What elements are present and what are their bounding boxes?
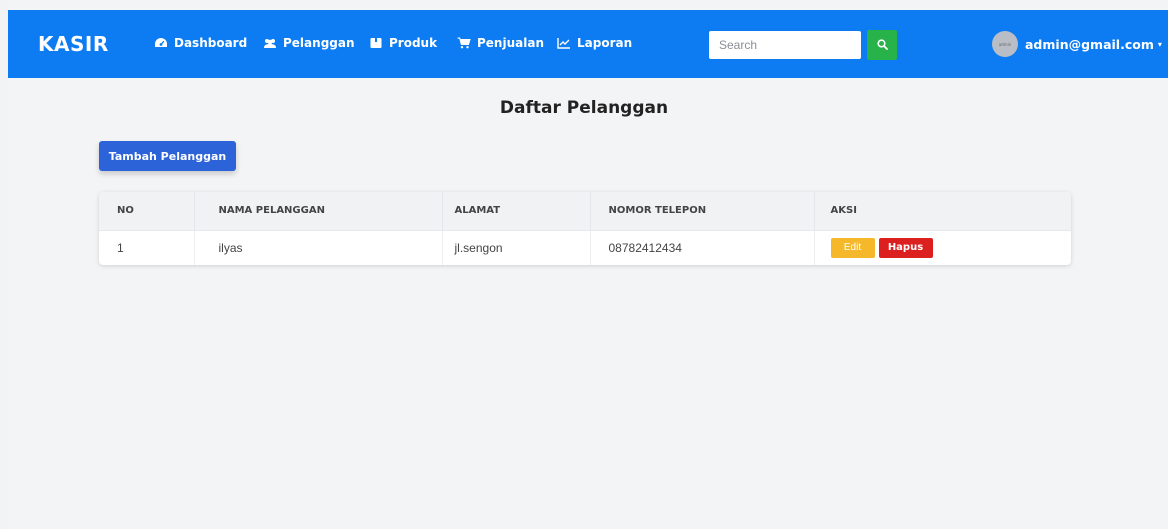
nav-label-pelanggan: Pelanggan xyxy=(283,36,355,50)
search-button[interactable] xyxy=(867,30,897,60)
customer-table: NO NAMA PELANGGAN ALAMAT NOMOR TELEPON A… xyxy=(99,192,1071,265)
table-row: 1 ilyas jl.sengon 08782412434 Edit Hapus xyxy=(99,229,1071,265)
customer-table-card: NO NAMA PELANGGAN ALAMAT NOMOR TELEPON A… xyxy=(99,192,1071,265)
nav-label-laporan: Laporan xyxy=(577,36,633,50)
users-icon xyxy=(263,37,277,49)
user-email: admin@gmail.com xyxy=(1025,36,1154,52)
cell-alamat: jl.sengon xyxy=(442,229,591,265)
nav-label-penjualan: Penjualan xyxy=(477,36,544,50)
nav-item-produk[interactable]: Produk xyxy=(369,36,437,50)
avatar: admin xyxy=(992,31,1018,57)
dashboard-icon xyxy=(154,37,168,49)
add-customer-button[interactable]: Tambah Pelanggan xyxy=(99,141,236,171)
nav-item-pelanggan[interactable]: Pelanggan xyxy=(263,36,355,50)
cell-nama: ilyas xyxy=(194,229,443,265)
header-nama-pelanggan: NAMA PELANGGAN xyxy=(194,192,443,230)
nav-label-produk: Produk xyxy=(389,36,438,50)
navbar: KASIR Dashboard Pelanggan Produk Penjual… xyxy=(8,10,1168,78)
header-no: NO xyxy=(99,192,195,230)
user-menu[interactable]: admin admin@gmail.com ▾ xyxy=(992,31,1162,57)
search-icon xyxy=(876,38,888,53)
nav-item-dashboard[interactable]: Dashboard xyxy=(154,36,247,50)
cell-telepon: 08782412434 xyxy=(590,229,815,265)
delete-button[interactable]: Hapus xyxy=(878,237,933,258)
nav-label-dashboard: Dashboard xyxy=(174,36,248,50)
table-header-row: NO NAMA PELANGGAN ALAMAT NOMOR TELEPON A… xyxy=(99,192,1071,230)
page-title: Daftar Pelanggan xyxy=(499,98,669,118)
chart-icon xyxy=(557,37,571,49)
header-alamat: ALAMAT xyxy=(442,192,591,230)
chevron-down-icon: ▾ xyxy=(1157,39,1162,49)
box-icon xyxy=(369,37,383,49)
edit-button[interactable]: Edit xyxy=(830,237,875,258)
nav-item-penjualan[interactable]: Penjualan xyxy=(457,36,544,50)
header-aksi: AKSI xyxy=(830,205,857,217)
cart-icon xyxy=(457,37,471,49)
brand-logo[interactable]: KASIR xyxy=(38,32,109,56)
header-nomor-telepon: NOMOR TELEPON xyxy=(590,192,815,230)
nav-item-laporan[interactable]: Laporan xyxy=(557,36,632,50)
search-input[interactable] xyxy=(709,31,861,59)
cell-aksi: Edit Hapus xyxy=(814,229,1071,265)
cell-no: 1 xyxy=(99,229,195,265)
